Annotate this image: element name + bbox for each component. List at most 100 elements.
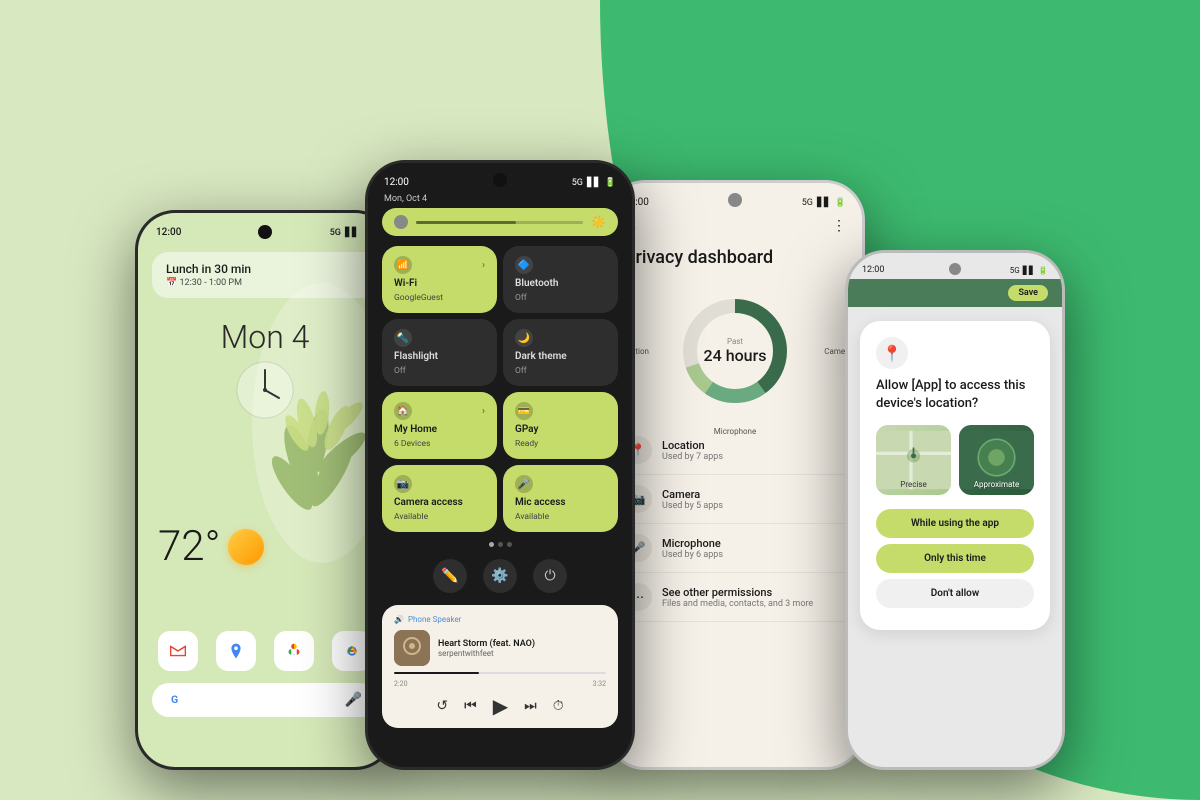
camera-apps-count: Used by 5 apps <box>662 501 723 511</box>
qs-tile-wifi[interactable]: 📶 › Wi-Fi GoogleGuest <box>382 246 497 313</box>
phone2-date: Mon, Oct 4 <box>368 194 632 204</box>
approx-map-label: Approximate <box>959 480 1034 489</box>
darktheme-tile-sub: Off <box>515 366 606 376</box>
phone3-screen: 12:00 5G ▋▋ 🔋 ← ⋮ Privacy dashboard Loca… <box>608 183 862 767</box>
music-time-current: 2:20 <box>394 680 408 688</box>
music-prev-icon[interactable]: ⏮ <box>464 698 477 714</box>
phone1-weather: 72° <box>138 514 392 579</box>
phone3-nav: ← ⋮ <box>608 214 862 239</box>
microphone-name: Microphone <box>662 537 723 550</box>
precise-map-label: Precise <box>876 480 951 489</box>
camera-tile-sub: Available <box>394 512 485 522</box>
chart-hours: 24 hours <box>704 346 767 365</box>
phone1-calendar-widget[interactable]: Lunch in 30 min 📅 12:30 - 1:00 PM <box>152 252 378 298</box>
precise-map[interactable]: Precise <box>876 425 951 495</box>
flashlight-icon: 🔦 <box>394 329 412 347</box>
phone2-page-dots <box>368 542 632 547</box>
others-info: See other permissions Files and media, c… <box>662 586 813 609</box>
dont-allow-button[interactable]: Don't allow <box>876 579 1034 608</box>
phone2-device: 12:00 5G ▋▋ 🔋 Mon, Oct 4 ☀️ <box>365 160 635 770</box>
app-photos-icon[interactable] <box>274 631 314 671</box>
brightness-sun-icon <box>394 215 408 229</box>
brightness-fill <box>416 221 516 224</box>
chart-center-text: Past 24 hours <box>704 337 767 365</box>
qs-tile-camera[interactable]: 📷 Camera access Available <box>382 465 497 532</box>
app-maps-icon[interactable] <box>216 631 256 671</box>
phones-container: 12:00 5G ▋▋ 🔋 Lunch in 30 min 📅 12:30 - … <box>0 0 1200 800</box>
chart-period: Past <box>704 337 767 346</box>
qs-tile-mic[interactable]: 🎤 Mic access Available <box>503 465 618 532</box>
bluetooth-icon: 🔷 <box>515 256 533 274</box>
phone4-save-button[interactable]: Save <box>1008 285 1048 301</box>
phone2-battery-icon: 🔋 <box>605 178 616 188</box>
music-time: 2:20 3:32 <box>394 680 606 688</box>
mic-tile-sub: Available <box>515 512 606 522</box>
music-source: 🔊 Phone Speaker <box>394 615 606 624</box>
donut-center-labels: Past 24 hours <box>675 291 795 411</box>
phone1-camera <box>258 225 272 239</box>
phone2-brightness-slider[interactable]: ☀️ <box>382 208 618 236</box>
nav-power-button[interactable]: ⏻ <box>533 559 567 593</box>
qs-tile-bluetooth[interactable]: 🔷 Bluetooth Off <box>503 246 618 313</box>
speaker-icon: 🔊 <box>394 615 404 624</box>
location-icon: 📍 <box>876 337 908 369</box>
music-title: Heart Storm (feat. NAO) <box>438 639 535 649</box>
location-apps-count: Used by 7 apps <box>662 452 723 462</box>
home-tile-sub: 6 Devices <box>394 439 485 449</box>
flashlight-tile-sub: Off <box>394 366 485 376</box>
permission-microphone[interactable]: 🎤 Microphone Used by 6 apps <box>620 524 850 573</box>
phone2-nav-buttons: ✏️ ⚙️ ⏻ <box>368 551 632 601</box>
camera-tile-title: Camera access <box>394 497 485 508</box>
music-controls: ↺ ⏮ ▶ ⏭ ⏱ <box>394 694 606 718</box>
nav-settings-button[interactable]: ⚙️ <box>483 559 517 593</box>
permission-others[interactable]: ⋯ See other permissions Files and media,… <box>620 573 850 622</box>
qs-tile-darktheme[interactable]: 🌙 Dark theme Off <box>503 319 618 386</box>
app-gmail-icon[interactable] <box>158 631 198 671</box>
privacy-donut-chart: Past 24 hours <box>675 291 795 411</box>
camera-access-icon: 📷 <box>394 475 412 493</box>
phone1-screen: 12:00 5G ▋▋ 🔋 Lunch in 30 min 📅 12:30 - … <box>138 213 392 767</box>
nav-edit-button[interactable]: ✏️ <box>433 559 467 593</box>
phone1-signal-icon: ▋▋ <box>345 228 359 238</box>
privacy-permission-list: 📍 Location Used by 7 apps 📷 Camera Used … <box>608 426 862 622</box>
approx-map[interactable]: Approximate <box>959 425 1034 495</box>
phone2-camera <box>493 173 507 187</box>
phone4-battery-icon: 🔋 <box>1038 266 1048 275</box>
phone2-signal-icon: ▋▋ <box>587 178 601 188</box>
phone1-temperature: 72° <box>158 522 220 571</box>
page-dot-3 <box>507 542 512 547</box>
location-info: Location Used by 7 apps <box>662 439 723 462</box>
music-thumbnail <box>394 630 430 666</box>
music-progress-bar[interactable] <box>394 672 606 674</box>
permission-question: Allow [App] to access this device's loca… <box>876 377 1034 413</box>
phone4-top-bar: Save <box>848 279 1062 307</box>
music-info: Heart Storm (feat. NAO) serpentwithfeet <box>394 630 606 666</box>
phone1-search-bar[interactable]: G 🎤 <box>152 683 378 717</box>
phone1-widget-sub: 📅 12:30 - 1:00 PM <box>166 278 364 288</box>
phone1-dock: G 🎤 <box>152 631 378 717</box>
location-permission-card: 📍 Allow [App] to access this device's lo… <box>860 321 1050 630</box>
music-next-icon[interactable]: ⏭ <box>524 698 537 714</box>
more-options-icon[interactable]: ⋮ <box>832 218 846 235</box>
phone2-music-card[interactable]: 🔊 Phone Speaker Heart Storm (feat. NAO) … <box>382 605 618 728</box>
while-using-button[interactable]: While using the app <box>876 509 1034 538</box>
music-timer-icon[interactable]: ⏱ <box>553 698 564 714</box>
qs-tile-flashlight[interactable]: 🔦 Flashlight Off <box>382 319 497 386</box>
qs-tile-myhome[interactable]: 🏠 › My Home 6 Devices <box>382 392 497 459</box>
music-replay-icon[interactable]: ↺ <box>436 698 448 714</box>
others-name: See other permissions <box>662 586 813 599</box>
permission-camera[interactable]: 📷 Camera Used by 5 apps <box>620 475 850 524</box>
phone4-network: 5G <box>1010 266 1020 275</box>
music-play-icon[interactable]: ▶ <box>493 694 508 718</box>
bluetooth-tile-sub: Off <box>515 293 606 303</box>
gpay-icon: 💳 <box>515 402 533 420</box>
qs-tile-gpay[interactable]: 💳 GPay Ready <box>503 392 618 459</box>
chart-microphone-label: Microphone <box>714 427 756 436</box>
phone1-mic-icon[interactable]: 🎤 <box>345 692 362 708</box>
brightness-track <box>416 221 583 224</box>
phone4-signal-icon: ▋▋ <box>1023 266 1035 275</box>
phone1-clock-day: Mon 4 <box>158 318 372 356</box>
music-artist: serpentwithfeet <box>438 649 535 658</box>
phone2-screen: 12:00 5G ▋▋ 🔋 Mon, Oct 4 ☀️ <box>368 163 632 767</box>
only-this-time-button[interactable]: Only this time <box>876 544 1034 573</box>
